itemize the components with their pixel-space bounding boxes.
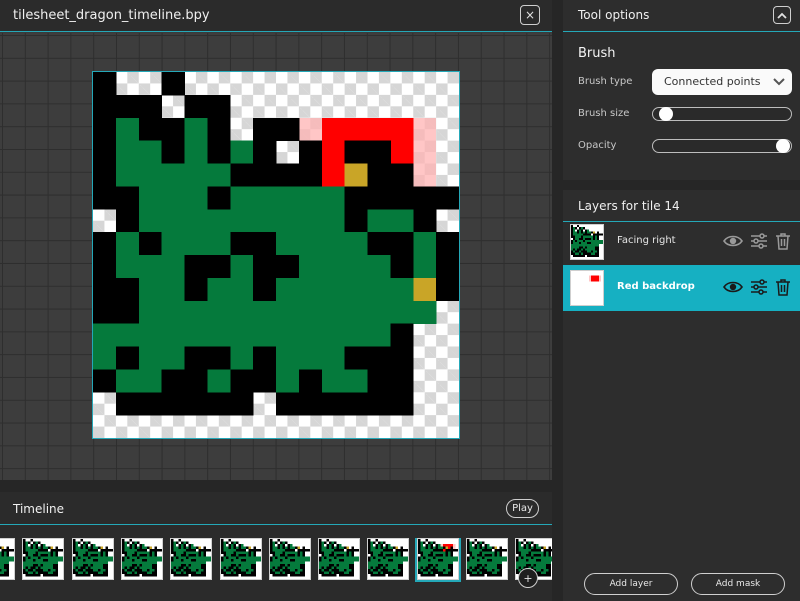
brush-type-select[interactable]: Connected points	[652, 69, 792, 95]
close-button[interactable]: ×	[520, 5, 540, 25]
chevron-down-icon	[773, 78, 785, 86]
opacity-knob[interactable]	[776, 138, 790, 153]
layers-title: Layers for tile 14	[578, 199, 680, 213]
backdrop-thumbnail	[589, 275, 601, 282]
plus-icon: +	[523, 571, 533, 585]
layer-thumbnail	[570, 224, 604, 260]
app-window: tilesheet_dragon_timeline.bpy × Timeline…	[0, 0, 800, 601]
timeline-header: Timeline Play	[0, 492, 552, 525]
dragon-thumbnail	[571, 225, 603, 257]
brush-type-label: Brush type	[578, 76, 633, 87]
tool-options-panel: Tool options Brush Brush type Connected …	[563, 0, 800, 180]
timeline-frame[interactable]	[170, 538, 213, 580]
frame-thumbnail	[23, 539, 64, 577]
timeline-frame[interactable]	[71, 538, 114, 580]
add-layer-label: Add layer	[609, 579, 653, 589]
timeline-panel: Timeline Play	[0, 492, 552, 601]
brush-type-value: Connected points	[664, 75, 761, 88]
tool-options-header: Tool options	[563, 0, 800, 32]
frame-thumbnail	[269, 539, 310, 577]
layer-settings-icon[interactable]	[749, 231, 769, 251]
timeline-frame[interactable]	[268, 538, 311, 580]
frame-thumbnail	[0, 546, 14, 577]
timeline-frame[interactable]	[219, 538, 262, 580]
timeline-frame[interactable]	[318, 538, 361, 580]
trash-icon[interactable]	[773, 231, 793, 251]
brush-section-title: Brush	[578, 46, 616, 61]
canvas-area[interactable]	[0, 33, 552, 480]
brush-size-slider[interactable]	[652, 106, 792, 121]
timeline-title: Timeline	[13, 502, 65, 516]
add-frame-button[interactable]: +	[518, 568, 538, 588]
frame-thumbnail	[171, 539, 212, 577]
play-label: Play	[512, 503, 533, 514]
opacity-label: Opacity	[578, 140, 617, 151]
add-mask-label: Add mask	[715, 579, 761, 589]
frame-thumbnail	[72, 539, 113, 577]
frame-thumbnail	[467, 539, 507, 577]
editor-header: tilesheet_dragon_timeline.bpy ×	[0, 0, 552, 32]
timeline-frame[interactable]	[466, 538, 508, 580]
chevron-up-icon	[777, 12, 787, 19]
layer-name: Facing right	[617, 235, 676, 246]
layer-settings-icon[interactable]	[749, 277, 769, 297]
frame-thumbnail	[417, 539, 458, 577]
visibility-icon[interactable]	[723, 277, 743, 297]
tile-artwork	[93, 72, 459, 416]
file-title: tilesheet_dragon_timeline.bpy	[13, 8, 210, 23]
timeline-frame[interactable]	[0, 538, 15, 580]
frame-thumbnail	[368, 539, 409, 577]
frame-thumbnail	[220, 539, 261, 577]
add-mask-button[interactable]: Add mask	[691, 573, 785, 595]
layer-row-facing-right[interactable]: Facing right	[563, 219, 800, 265]
tool-options-title: Tool options	[578, 8, 650, 22]
layers-header: Layers for tile 14	[563, 190, 800, 222]
frame-thumbnail	[319, 539, 360, 577]
close-icon: ×	[524, 8, 536, 22]
layers-panel: Layers for tile 14 Facing right Red back…	[563, 190, 800, 601]
frame-thumbnail	[121, 539, 162, 577]
layer-thumbnail	[570, 270, 604, 306]
play-button[interactable]: Play	[506, 499, 539, 518]
timeline-frame[interactable]	[414, 538, 461, 582]
brush-size-label: Brush size	[578, 108, 630, 119]
right-sidebar: Tool options Brush Brush type Connected …	[563, 0, 800, 601]
add-layer-button[interactable]: Add layer	[584, 573, 678, 595]
pixel-canvas[interactable]	[92, 71, 460, 439]
layer-row-red-backdrop[interactable]: Red backdrop	[563, 265, 800, 311]
collapse-button[interactable]	[773, 6, 791, 24]
timeline-frames	[0, 538, 552, 586]
brush-size-knob[interactable]	[659, 106, 674, 121]
visibility-icon[interactable]	[723, 231, 743, 251]
trash-icon[interactable]	[773, 277, 793, 297]
timeline-frame[interactable]	[22, 538, 65, 580]
opacity-slider[interactable]	[652, 138, 792, 153]
timeline-frame[interactable]	[367, 538, 410, 580]
panel-divider	[552, 0, 563, 601]
layer-name: Red backdrop	[617, 281, 695, 292]
timeline-frame[interactable]	[120, 538, 163, 580]
editor-panel: tilesheet_dragon_timeline.bpy ×	[0, 0, 552, 480]
